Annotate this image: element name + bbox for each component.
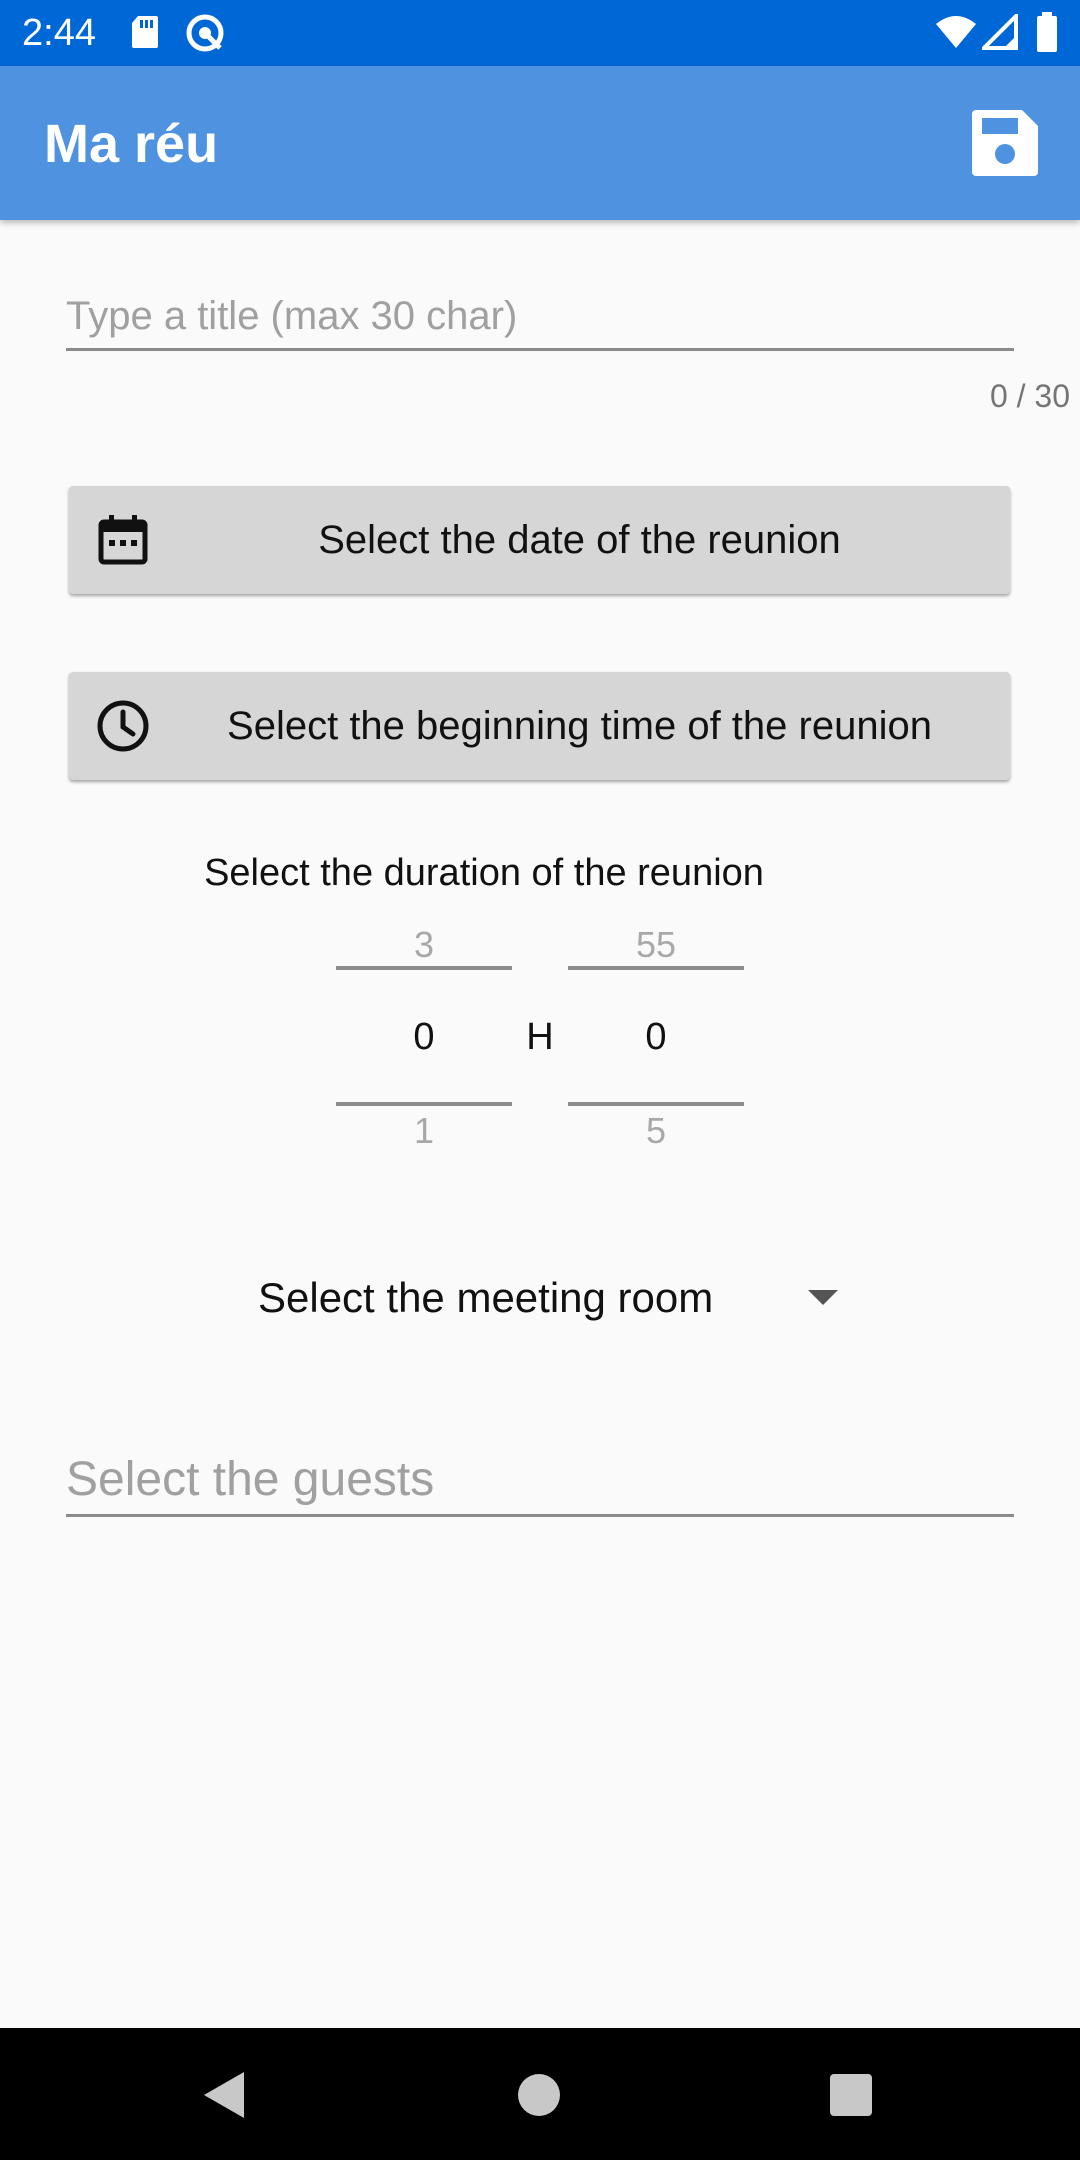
status-time: 2:44 [22,12,96,54]
select-time-label: Select the beginning time of the reunion [227,704,932,748]
select-date-button[interactable]: Select the date of the reunion [69,486,1010,594]
guests-input[interactable] [66,1444,1014,1517]
picker-divider [568,966,744,970]
meeting-room-spinner[interactable]: Select the meeting room [240,1260,860,1340]
battery-icon [1036,12,1058,57]
select-time-button[interactable]: Select the beginning time of the reunion [69,672,1010,780]
calendar-icon [95,512,151,568]
meeting-room-label: Select the meeting room [258,1274,714,1321]
char-counter: 0 / 30 [989,378,1070,414]
minutes-next-value[interactable]: 5 [568,1110,744,1152]
title-input[interactable] [66,284,1014,351]
picker-divider [336,966,512,970]
wifi-icon [934,14,978,55]
duration-label: Select the duration of the reunion [204,852,764,894]
hours-separator: H [526,1016,554,1058]
hours-next-value[interactable]: 1 [336,1110,512,1152]
hours-picker[interactable]: 3 0 1 [336,920,512,1152]
app-bar: Ma réu [0,66,1080,220]
navigation-bar [0,2028,1080,2160]
recents-icon[interactable] [830,2074,872,2116]
clock-icon [95,698,151,754]
status-bar: 2:44 [0,0,1080,66]
sync-icon [184,12,226,59]
back-icon[interactable] [204,2072,244,2118]
minutes-current-value[interactable]: 0 [568,1016,744,1059]
app-title: Ma réu [44,114,219,174]
picker-divider [568,1102,744,1106]
minutes-prev-value[interactable]: 55 [568,924,744,966]
save-icon [972,110,1038,176]
dropdown-arrow-icon [808,1290,838,1305]
sd-card-icon [130,14,160,55]
hours-prev-value[interactable]: 3 [336,924,512,966]
save-button[interactable] [968,106,1042,180]
picker-divider [336,1102,512,1106]
signal-icon [979,11,1018,55]
select-date-label: Select the date of the reunion [318,518,841,562]
home-icon[interactable] [518,2074,560,2116]
minutes-picker[interactable]: 55 0 5 [568,920,744,1152]
hours-current-value[interactable]: 0 [336,1016,512,1059]
